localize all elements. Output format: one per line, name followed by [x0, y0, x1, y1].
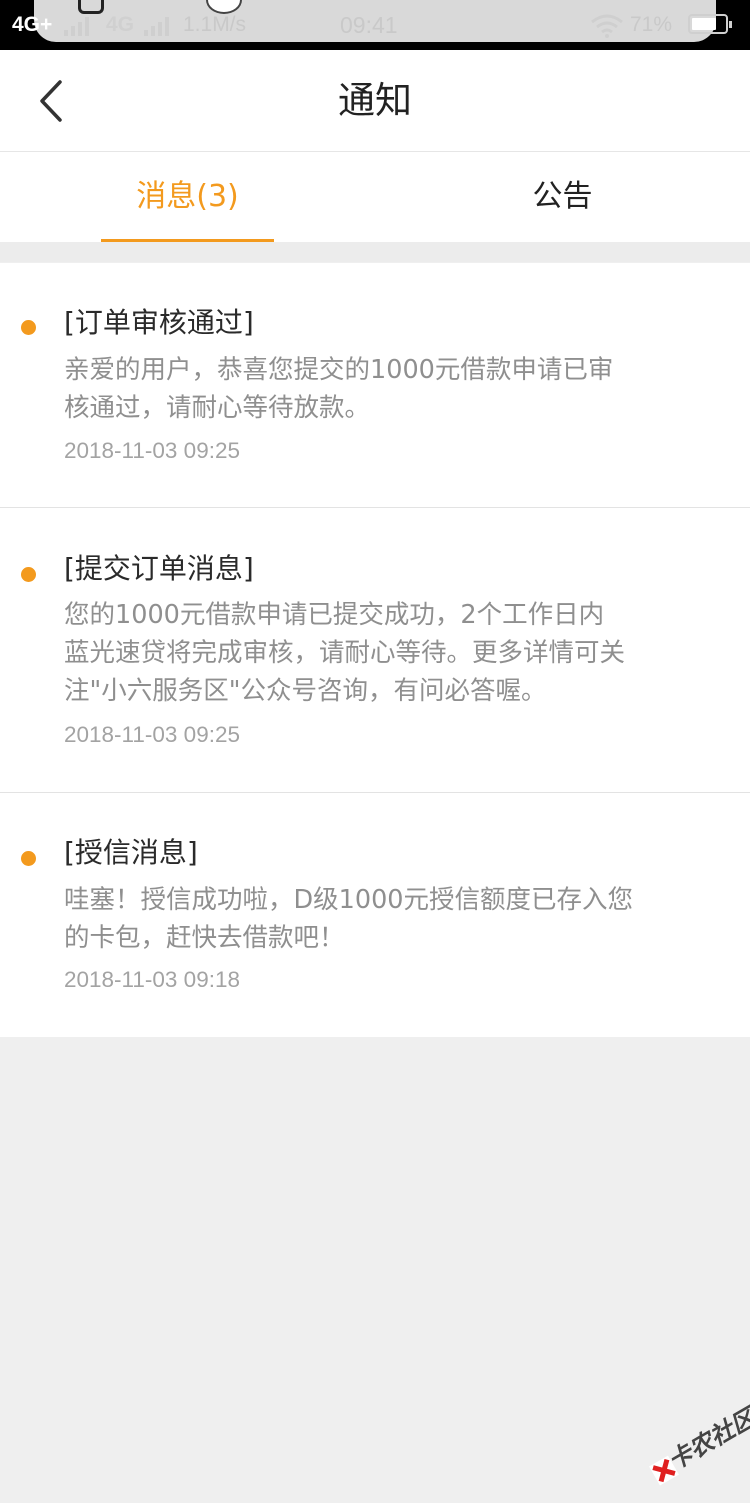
message-title: [提交订单消息] — [64, 552, 254, 585]
message-body-line: 核通过，请耐心等待放款。 — [64, 393, 371, 423]
message-body-line: 蓝光速贷将完成审核，请耐心等待。更多详情可关 — [64, 638, 626, 668]
battery-percent: 71% — [630, 13, 673, 36]
network-label-secondary: 4G — [106, 13, 135, 36]
message-body-line: 您的1000元借款申请已提交成功，2个工作日内 — [64, 600, 605, 630]
status-bar: 4G+ 4G 1.1M/s 09:41 71% — [0, 0, 750, 50]
message-item[interactable]: [授信消息] 哇塞！授信成功啦，D级1000元授信额度已存入您 的卡包，赶快去借… — [0, 793, 750, 1037]
message-time: 2018-11-03 09:25 — [64, 722, 240, 747]
unread-dot-icon — [21, 851, 36, 866]
signal-icon-secondary — [144, 14, 169, 36]
message-title: [订单审核通过] — [64, 306, 254, 339]
message-body: 哇塞！授信成功啦，D级1000元授信额度已存入您 的卡包，赶快去借款吧！ — [64, 881, 724, 957]
message-item[interactable]: [提交订单消息] 您的1000元借款申请已提交成功，2个工作日内 蓝光速贷将完成… — [0, 508, 750, 793]
unread-dot-icon — [21, 567, 36, 582]
tab-bar: 消息(3) 公告 — [0, 152, 750, 242]
wifi-icon — [591, 14, 623, 38]
page-title: 通知 — [338, 79, 412, 122]
message-body-line: 注"小六服务区"公众号咨询，有问必答喔。 — [64, 676, 547, 706]
nav-header: 通知 — [0, 50, 750, 152]
battery-icon — [688, 14, 732, 34]
divider — [0, 242, 750, 262]
message-body: 您的1000元借款申请已提交成功，2个工作日内 蓝光速贷将完成审核，请耐心等待。… — [64, 596, 724, 710]
tab-messages[interactable]: 消息(3) — [0, 152, 375, 242]
watermark-text: 卡农社区 — [663, 1403, 750, 1476]
clock: 09:41 — [340, 12, 398, 38]
message-time: 2018-11-03 09:18 — [64, 967, 240, 992]
message-time: 2018-11-03 09:25 — [64, 438, 240, 463]
tab-announcements[interactable]: 公告 — [375, 152, 750, 242]
message-item[interactable]: [订单审核通过] 亲爱的用户，恭喜您提交的1000元借款申请已审 核通过，请耐心… — [0, 263, 750, 508]
message-body: 亲爱的用户，恭喜您提交的1000元借款申请已审 核通过，请耐心等待放款。 — [64, 351, 724, 427]
network-label-primary: 4G+ — [12, 13, 53, 36]
signal-icon — [64, 14, 89, 36]
message-body-line: 哇塞！授信成功啦，D级1000元授信额度已存入您 — [64, 885, 634, 915]
network-speed: 1.1M/s — [183, 13, 247, 36]
bell-icon — [78, 0, 104, 14]
message-body-line: 亲爱的用户，恭喜您提交的1000元借款申请已审 — [64, 355, 614, 385]
message-list: [订单审核通过] 亲爱的用户，恭喜您提交的1000元借款申请已审 核通过，请耐心… — [0, 263, 750, 1037]
unread-dot-icon — [21, 320, 36, 335]
message-body-line: 的卡包，赶快去借款吧！ — [64, 923, 345, 953]
message-title: [授信消息] — [64, 836, 198, 869]
watermark: 卡农社区 — [632, 1385, 750, 1503]
